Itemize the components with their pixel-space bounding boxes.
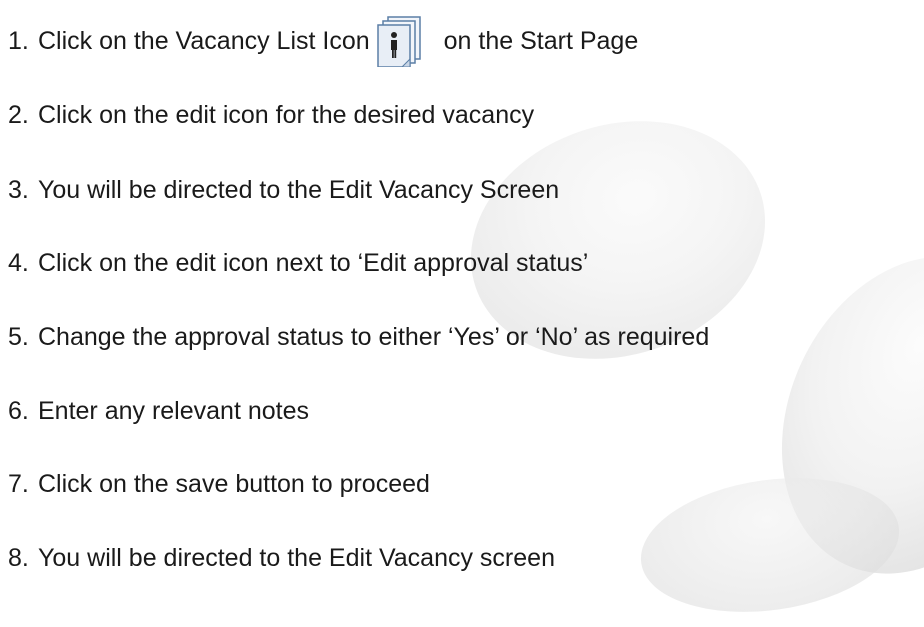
step-text: on the Start Page bbox=[443, 27, 639, 55]
step-text: Change the approval status to either ‘Ye… bbox=[38, 323, 710, 351]
step-text: You will be directed to the Edit Vacancy… bbox=[38, 176, 560, 204]
step-number: 7. bbox=[8, 470, 29, 498]
instruction-step: 4. Click on the edit icon next to ‘Edit … bbox=[8, 243, 588, 283]
step-text: Click on the edit icon next to ‘Edit app… bbox=[38, 249, 589, 277]
step-number: 1. bbox=[8, 27, 29, 55]
instruction-step: 8. You will be directed to the Edit Vaca… bbox=[8, 538, 555, 578]
background-pebble bbox=[731, 212, 924, 618]
step-number: 4. bbox=[8, 249, 29, 277]
background-pebble bbox=[632, 462, 908, 627]
instruction-step: 6. Enter any relevant notes bbox=[8, 391, 309, 431]
step-text: Click on the save button to proceed bbox=[38, 470, 430, 498]
instruction-step: 1. Click on the Vacancy List Icon on the… bbox=[8, 16, 639, 67]
instruction-step: 3. You will be directed to the Edit Vaca… bbox=[8, 170, 559, 210]
step-number: 5. bbox=[8, 323, 29, 351]
step-text: Click on the edit icon for the desired v… bbox=[38, 101, 535, 129]
step-number: 6. bbox=[8, 397, 29, 425]
vacancy-list-icon bbox=[374, 16, 424, 67]
step-text: Click on the Vacancy List Icon bbox=[38, 27, 370, 55]
step-number: 8. bbox=[8, 544, 29, 572]
instruction-step: 7. Click on the save button to proceed bbox=[8, 464, 430, 504]
step-text: Enter any relevant notes bbox=[38, 397, 309, 425]
instruction-step: 5. Change the approval status to either … bbox=[8, 317, 709, 357]
step-number: 2. bbox=[8, 101, 29, 129]
step-text: You will be directed to the Edit Vacancy… bbox=[38, 544, 555, 572]
step-number: 3. bbox=[8, 176, 29, 204]
instruction-step: 2. Click on the edit icon for the desire… bbox=[8, 95, 534, 135]
